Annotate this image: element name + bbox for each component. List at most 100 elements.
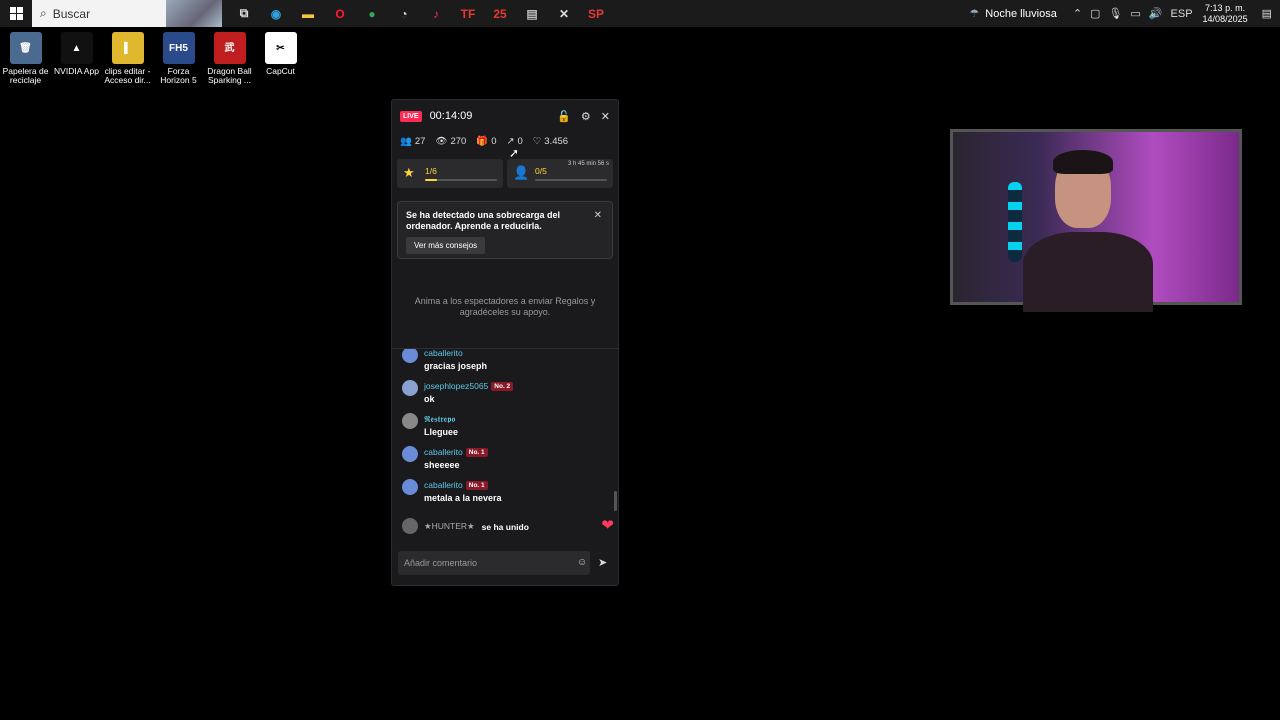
users-icon: 👥 [400,136,412,147]
chat-message[interactable]: caballerito No. 1 sheeeee [402,446,608,476]
chat-username[interactable]: 𝕽𝖊𝖘𝖙𝖗𝖊𝖕𝖔 [424,414,455,425]
send-icon[interactable]: ➤ [598,556,607,569]
rgb-lights [1008,182,1022,262]
drive-icon[interactable]: ▤ [516,0,548,27]
chat-message[interactable]: 𝕽𝖊𝖘𝖙𝖗𝖊𝖕𝖔 Lleguee [402,413,608,443]
joined-username[interactable]: ★HUNTER★ [424,521,475,532]
chat-text: sheeeee [424,460,460,470]
chat-username[interactable]: caballerito [424,480,463,490]
network-icon[interactable]: ▭ [1130,7,1140,20]
search-placeholder: Buscar [52,6,91,21]
tools-icon[interactable]: ✕ [548,0,580,27]
star-icon: ★ [403,165,415,180]
chat-username[interactable]: caballerito [424,447,463,457]
alert-message: Se ha detectado una sobrecarga del orden… [406,210,561,231]
desktop-icon[interactable]: FH5 Forza Horizon 5 [153,32,204,85]
goal-1-label: 1/6 [425,166,437,176]
desktop-icon[interactable]: ▲ NVIDIA App [51,32,102,85]
system-tray: ☂ Noche lluviosa ⌃ ▢ 🎙 ▭ 🔊 ESP 7:13 p. m… [969,0,1280,27]
likes-count: 3.456 [544,136,569,147]
weather-widget[interactable]: ☂ Noche lluviosa [969,7,1056,21]
camera-icon[interactable]: ▢ [1090,7,1100,20]
goal-2-label: 0/5 [535,166,547,176]
like-heart-icon[interactable]: ❤ [601,516,614,534]
chat-username[interactable]: caballerito [424,349,463,358]
chat-text: Lleguee [424,427,459,437]
app-icon: 武 [213,32,246,64]
stat-views[interactable]: 👁 270 [435,136,466,147]
avatar[interactable] [402,380,418,396]
desktop-icon-label: NVIDIA App [54,66,99,76]
start-button[interactable] [0,0,32,27]
edge-icon[interactable]: ◉ [260,0,292,27]
taskbar-search[interactable]: ⌕ Buscar [32,0,222,27]
gauge-icon[interactable]: ◔ [388,0,420,27]
panel-header: LIVE 00:14:09 🔓 ⚙ ✕ [400,108,610,124]
desktop-icon[interactable]: ▌ clips editar - Acceso dir... [102,32,153,85]
desktop-icons: 🗑 Papelera de reciclaje ▲ NVIDIA App ▌ clips … [0,32,306,85]
sp-icon[interactable]: SP [580,0,612,27]
avatar[interactable] [402,446,418,462]
notifications-icon[interactable]: ▤ [1262,7,1272,20]
chat-list[interactable]: caballerito gracias joseph josephlopez5065… [392,349,618,539]
search-highlight-image [166,0,222,27]
volume-icon[interactable]: 🔊 [1149,7,1163,20]
live-badge: LIVE [400,110,422,122]
desktop-icon[interactable]: 🗑 Papelera de reciclaje [0,32,51,85]
close-icon[interactable]: ✕ [601,110,610,123]
goal-card-1[interactable]: ★ 1/6 [397,159,503,188]
gift-icon: 🎁 [476,136,489,147]
more-tips-button[interactable]: Ver más consejos [406,237,486,254]
avatar[interactable] [402,349,418,363]
chat-text: metala a la nevera [424,493,502,503]
settings-icon[interactable]: ⚙ [581,110,591,123]
chat-message[interactable]: josephlopez5065 No. 2 ok [402,380,608,410]
goal-card-2[interactable]: 👤 3 h 45 min 56 s 0/5 [507,159,613,188]
person-icon: 👤 [513,165,530,180]
stat-likes[interactable]: ♡ 3.456 [533,136,568,147]
language-indicator[interactable]: ESP [1171,8,1193,20]
app-icon: ✂ [264,32,297,64]
app-icon: ▲ [60,32,93,64]
chat-scrollbar[interactable] [614,491,617,511]
tiktok-icon[interactable]: ♪ [420,0,452,27]
alert-close-icon[interactable]: ✕ [594,210,602,221]
lock-icon[interactable]: 🔓 [557,110,571,123]
task-view-icon[interactable]: ⧉ [228,0,260,27]
pinned-apps: ⧉ ◉ ▬ O ● ◔ ♪ TF 25 ▤ ✕ SP [228,0,612,27]
microphone-icon[interactable]: 🎙 [1108,7,1122,20]
stat-users[interactable]: 👥 27 [400,136,425,147]
desktop-icon-label: CapCut [266,66,295,76]
chevron-up-icon[interactable]: ⌃ [1073,7,1082,20]
rank-badge: No. 2 [491,381,514,391]
desktop-icon[interactable]: ✂ CapCut [255,32,306,85]
file-explorer-icon[interactable]: ▬ [292,0,324,27]
goal-1-fill [425,179,438,181]
emoji-icon[interactable]: ☺ [577,557,587,568]
comment-input[interactable] [398,551,590,575]
chat-text: ok [424,394,435,404]
tf-icon[interactable]: TF [452,0,484,27]
live-timer: 00:14:09 [429,110,473,122]
chat-message[interactable]: caballerito No. 1 metala a la nevera [402,479,608,509]
streamer [1023,150,1153,312]
avatar[interactable] [402,413,418,429]
eye-icon: 👁 [435,136,448,147]
stats-row: 👥 27 👁 270 🎁 0 ↗ 0 ♡ 3.456 [400,136,568,147]
chrome-icon[interactable]: ● [356,0,388,27]
taskbar: ⌕ Buscar ⧉ ◉ ▬ O ● ◔ ♪ TF 25 ▤ ✕ SP ☂ Noche lluvios… [0,0,1280,27]
avatar[interactable] [402,479,418,495]
stat-gifts[interactable]: 🎁 0 [476,136,496,147]
desktop-icon[interactable]: 武 Dragon Ball Sparking ... [204,32,255,85]
heart-outline-icon: ♡ [532,136,542,147]
webcam-overlay [950,129,1242,312]
chat-username[interactable]: josephlopez5065 [424,381,488,391]
rain-cloud-icon: ☂ [969,8,980,20]
chat-message[interactable]: caballerito gracias joseph [402,349,608,377]
avatar[interactable] [402,518,418,534]
clock-time: 7:13 p. m. [1205,2,1246,13]
search-icon: ⌕ [40,6,47,20]
opera-icon[interactable]: O [324,0,356,27]
clock[interactable]: 7:13 p. m. 14/08/2025 [1203,3,1248,25]
fc25-icon[interactable]: 25 [484,0,516,27]
